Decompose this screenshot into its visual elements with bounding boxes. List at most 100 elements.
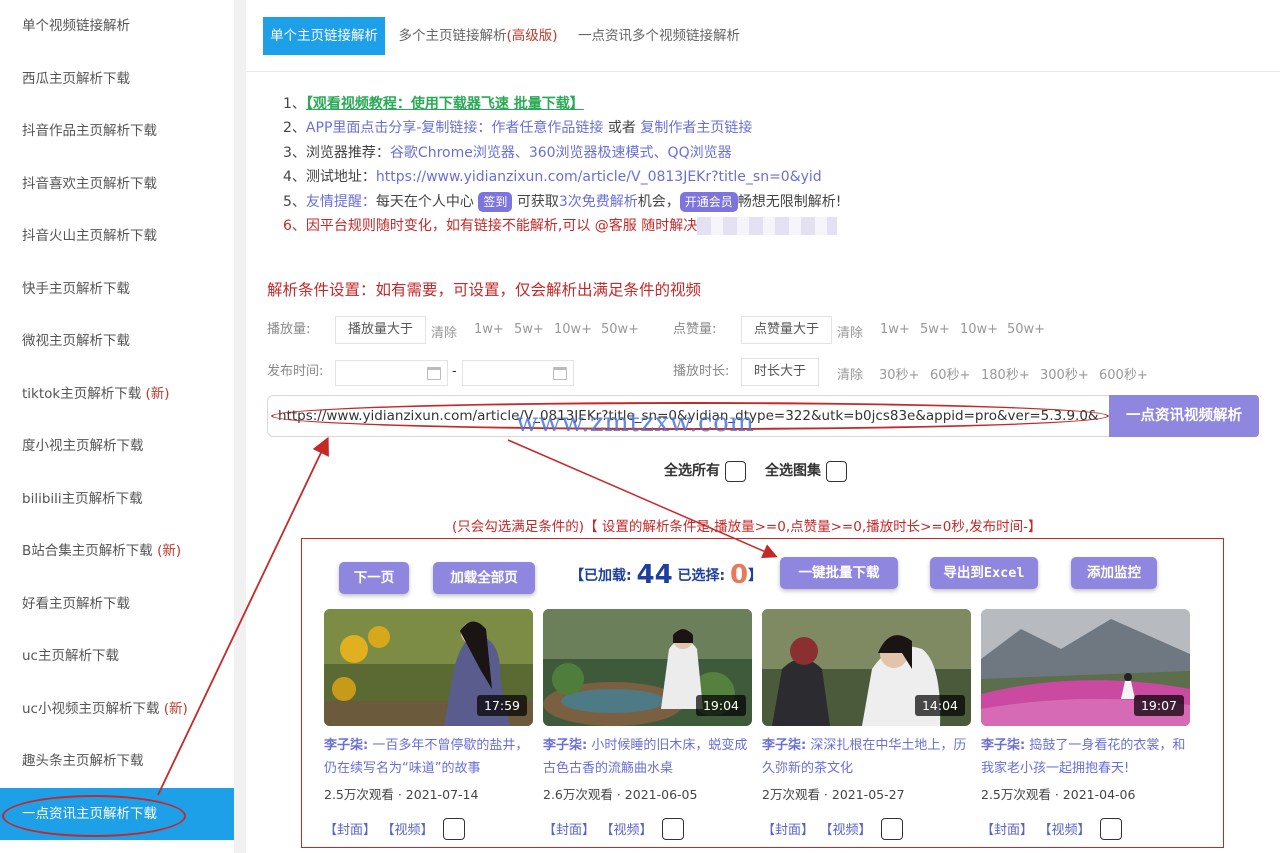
card-actions: 【封面】 【视频】 [324, 818, 533, 840]
video-title[interactable]: 李子柒: 小时候睡的旧木床，蜕变成古色古香的流觞曲水桌 [543, 734, 752, 780]
duration-label: 播放时长: [673, 364, 730, 379]
sidebar-item-xigua[interactable]: 西瓜主页解析下载 [0, 53, 234, 106]
tab-bar: 单个主页链接解析 多个主页链接解析(高级版) 一点资讯多个视频链接解析 [246, 0, 1280, 72]
like-opt-50w[interactable]: 50w+ [1007, 322, 1045, 337]
sign-in-button[interactable]: 签到 [478, 191, 513, 212]
sidebar-item-douyin-works[interactable]: 抖音作品主页解析下载 [0, 105, 234, 158]
play-opt-50w[interactable]: 50w+ [601, 322, 639, 337]
play-opt-10w[interactable]: 10w+ [554, 322, 592, 337]
sidebar-item-bilibili[interactable]: bilibili主页解析下载 [0, 473, 234, 526]
publish-time-label: 发布时间: [267, 364, 324, 379]
duration-clear-button[interactable]: 清除 [837, 364, 863, 383]
tab-multi-homepage[interactable]: 多个主页链接解析(高级版) [391, 17, 564, 55]
like-count-label: 点赞量: [673, 322, 717, 337]
sidebar-item-tiktok[interactable]: tiktok主页解析下载 (新) [0, 368, 234, 421]
video-thumbnail[interactable]: 19:04 [543, 609, 752, 726]
cover-link[interactable]: 【封面】 [762, 823, 814, 838]
tab-yidian-multi-video[interactable]: 一点资讯多个视频链接解析 [571, 17, 747, 55]
select-gallery-checkbox[interactable] [825, 460, 847, 482]
new-badge: (新) [163, 700, 188, 717]
filter-note: (只会勾选满足条件的)【 设置的解析条件是,播放量>=0,点赞量>=0,播放时长… [452, 519, 1042, 535]
like-count-input[interactable]: 点赞量大于 [741, 316, 833, 344]
sidebar-item-bilibili-collection[interactable]: B站合集主页解析下载 (新) [0, 525, 234, 578]
select-all-row: 全选所有 [664, 460, 746, 482]
video-meta: 2.5万次观看 · 2021-04-06 [981, 787, 1136, 802]
video-title[interactable]: 李子柒: 一百多年不曾停歇的盐井，仍在续写名为“味道”的故事 [324, 734, 533, 780]
video-title[interactable]: 李子柒: 深深扎根在中华土地上，历久弥新的茶文化 [762, 734, 971, 780]
like-opt-5w[interactable]: 5w+ [920, 322, 950, 337]
calendar-icon [553, 367, 567, 380]
sidebar-item-uc-short-video[interactable]: uc小视频主页解析下载 (新) [0, 683, 234, 736]
duration-opt-180s[interactable]: 180秒+ [981, 364, 1030, 383]
duration-opt-60s[interactable]: 60秒+ [930, 364, 970, 383]
video-card: 17:59 李子柒: 一百多年不曾停歇的盐井，仍在续写名为“味道”的故事 2.5… [324, 609, 533, 840]
sidebar-item-weishi[interactable]: 微视主页解析下载 [0, 315, 234, 368]
blurred-contact [697, 217, 838, 236]
next-page-button[interactable]: 下一页 [339, 562, 409, 594]
open-vip-button[interactable]: 开通会员 [679, 191, 738, 212]
sidebar: 单个视频链接解析 西瓜主页解析下载 抖音作品主页解析下载 抖音喜欢主页解析下载 … [0, 0, 234, 853]
video-thumbnail[interactable]: 19:07 [981, 609, 1190, 726]
like-clear-button[interactable]: 清除 [837, 322, 863, 341]
like-opt-10w[interactable]: 10w+ [960, 322, 998, 337]
sidebar-item-uc[interactable]: uc主页解析下载 [0, 630, 234, 683]
duration-opt-30s[interactable]: 30秒+ [879, 364, 919, 383]
tutorial-link[interactable]: 【观看视频教程：使用下载器飞速 批量下载】 [306, 96, 584, 112]
new-badge: (新) [157, 543, 182, 559]
cover-link[interactable]: 【封面】 [324, 823, 376, 838]
select-all-label: 全选所有 [664, 463, 720, 479]
sidebar-item-qutoutiao[interactable]: 趣头条主页解析下载 [0, 735, 234, 788]
video-link[interactable]: 【视频】 [607, 823, 653, 838]
card-checkbox[interactable] [661, 818, 684, 840]
batch-download-button[interactable]: 一键批量下载 [780, 557, 898, 589]
sidebar-item-douyin-likes[interactable]: 抖音喜欢主页解析下载 [0, 158, 234, 211]
video-link[interactable]: 【视频】 [1045, 823, 1091, 838]
loaded-count: 44 [636, 560, 673, 590]
duration-input[interactable]: 时长大于 [741, 358, 820, 386]
instructions: 1、【观看视频教程：使用下载器飞速 批量下载】 2、APP里面点击分享-复制链接… [283, 96, 842, 236]
url-row: 一点资讯视频解析 [267, 395, 1260, 437]
card-checkbox[interactable] [880, 818, 903, 840]
video-link[interactable]: 【视频】 [388, 823, 434, 838]
cover-link[interactable]: 【封面】 [981, 823, 1033, 838]
parse-button[interactable]: 一点资讯视频解析 [1109, 395, 1259, 437]
sidebar-item-douyin-huoshan[interactable]: 抖音火山主页解析下载 [0, 210, 234, 263]
select-gallery-row: 全选图集 [765, 460, 847, 482]
play-count-input[interactable]: 播放量大于 [335, 316, 427, 344]
duration-badge: 19:07 [1133, 695, 1184, 716]
results-panel: 下一页 加载全部页 【已加载: 44 已选择: 0】 一键批量下载 导出到Exc… [301, 538, 1224, 848]
cover-link[interactable]: 【封面】 [543, 823, 595, 838]
duration-badge: 17:59 [476, 695, 527, 716]
export-excel-button[interactable]: 导出到Excel [930, 557, 1038, 589]
duration-badge: 19:04 [695, 695, 746, 716]
video-card: 14:04 李子柒: 深深扎根在中华土地上，历久弥新的茶文化 2万次观看 · 2… [762, 609, 971, 840]
sidebar-item-duxiaoshi[interactable]: 度小视主页解析下载 [0, 420, 234, 473]
load-all-button[interactable]: 加载全部页 [433, 562, 535, 594]
conditions-title: 解析条件设置：如有需要，可设置，仅会解析出满足条件的视频 [267, 281, 702, 299]
end-date-input[interactable] [462, 360, 574, 386]
load-status: 【已加载: 44 已选择: 0】 [570, 560, 763, 590]
video-meta: 2.6万次观看 · 2021-06-05 [543, 787, 698, 802]
test-url-link[interactable]: https://www.yidianzixun.com/article/V_08… [376, 169, 822, 185]
sidebar-item-haokan[interactable]: 好看主页解析下载 [0, 578, 234, 631]
video-card: 19:04 李子柒: 小时候睡的旧木床，蜕变成古色古香的流觞曲水桌 2.6万次观… [543, 609, 752, 840]
sidebar-item-yidianzixun[interactable]: 一点资讯主页解析下载 [0, 787, 234, 840]
start-date-input[interactable] [335, 360, 448, 386]
card-checkbox[interactable] [1099, 818, 1122, 840]
sidebar-item-kuaishou[interactable]: 快手主页解析下载 [0, 263, 234, 316]
video-thumbnail[interactable]: 17:59 [324, 609, 533, 726]
play-opt-1w[interactable]: 1w+ [474, 322, 504, 337]
like-opt-1w[interactable]: 1w+ [880, 322, 910, 337]
add-monitor-button[interactable]: 添加监控 [1071, 557, 1157, 589]
duration-opt-300s[interactable]: 300秒+ [1040, 364, 1089, 383]
select-all-checkbox[interactable] [724, 460, 746, 482]
card-checkbox[interactable] [442, 818, 465, 840]
video-link[interactable]: 【视频】 [826, 823, 872, 838]
video-title[interactable]: 李子柒: 捣鼓了一身看花的衣裳，和我家老小孩一起拥抱春天! [981, 734, 1190, 780]
tab-single-homepage[interactable]: 单个主页链接解析 [263, 17, 385, 55]
play-clear-button[interactable]: 清除 [431, 322, 457, 341]
sidebar-item-single-video[interactable]: 单个视频链接解析 [0, 0, 234, 53]
play-opt-5w[interactable]: 5w+ [514, 322, 544, 337]
video-thumbnail[interactable]: 14:04 [762, 609, 971, 726]
duration-opt-600s[interactable]: 600秒+ [1099, 364, 1148, 383]
